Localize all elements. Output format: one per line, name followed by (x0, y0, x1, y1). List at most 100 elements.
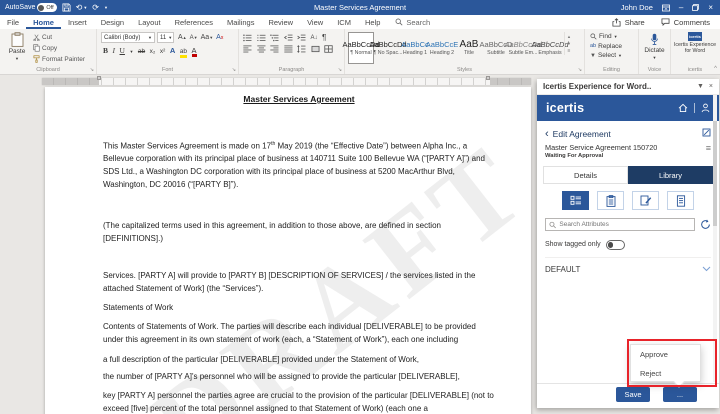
style-emphasis[interactable]: AaBbCcDdEmphasis (537, 32, 563, 64)
style-no-spacing[interactable]: AaBbCcDd¶ No Spac... (375, 32, 401, 64)
more-actions-button[interactable]: ... (663, 387, 697, 402)
dictate-label[interactable]: Dictate (644, 47, 664, 54)
shading-button[interactable] (311, 45, 320, 53)
sort-button[interactable]: A↓ (311, 35, 318, 41)
save-button[interactable] (62, 3, 71, 12)
strikethrough-button[interactable]: ab (138, 48, 145, 55)
tab-layout[interactable]: Layout (131, 15, 168, 29)
task-pane-close-icon[interactable]: × (709, 83, 713, 90)
tab-mailings[interactable]: Mailings (220, 15, 262, 29)
borders-button[interactable] (324, 45, 333, 53)
comments-button[interactable]: Comments (661, 18, 710, 27)
indent-marker[interactable] (97, 76, 101, 80)
icertis-addin-button[interactable]: Icertis Experience for Word (673, 42, 717, 54)
attributes-view-button[interactable] (562, 191, 589, 210)
align-left-button[interactable] (243, 45, 252, 53)
save-agreement-button[interactable]: Save (616, 387, 650, 402)
find-button[interactable]: Find▼ (590, 33, 636, 40)
autosave-toggle[interactable]: AutoSave Off (5, 3, 57, 12)
font-family-select[interactable]: Calibri (Body)▼ (101, 32, 155, 43)
menu-item-reject[interactable]: Reject (631, 364, 700, 383)
clauses-view-button[interactable] (597, 191, 624, 210)
underline-button[interactable]: U (120, 46, 125, 55)
documents-view-button[interactable] (667, 191, 694, 210)
subscript-button[interactable]: x₂ (150, 48, 156, 55)
numbering-button[interactable] (257, 34, 266, 42)
text-highlight-button[interactable]: ab (180, 48, 187, 58)
edit-template-button[interactable] (632, 191, 659, 210)
tab-references[interactable]: References (168, 15, 220, 29)
superscript-button[interactable]: x² (160, 48, 165, 55)
search-attributes-input[interactable] (559, 221, 691, 228)
replace-button[interactable]: ab Replace (590, 43, 636, 50)
minimize-button[interactable]: – (679, 3, 683, 12)
edit-agreement-link[interactable]: Edit Agreement (553, 129, 611, 139)
select-button[interactable]: ▼ Select▼ (590, 52, 636, 59)
account-name[interactable]: John Doe (621, 3, 653, 12)
font-color-button[interactable]: A (192, 47, 197, 57)
align-right-button[interactable] (270, 45, 279, 53)
styles-scroll-down-icon[interactable]: ▼ (567, 41, 571, 46)
dialog-launcher-icon[interactable]: ↘ (338, 67, 342, 73)
back-chevron-icon[interactable]: ‹ (545, 131, 549, 137)
styles-more-icon[interactable]: ≡ (568, 48, 571, 54)
grow-font-button[interactable]: A▲ (178, 34, 187, 41)
menu-item-approve[interactable]: Approve (631, 345, 700, 364)
section-default-header[interactable]: DEFAULT (545, 265, 711, 274)
bullets-button[interactable] (243, 34, 252, 42)
style-heading-1[interactable]: AaBbCcHeading 1 (402, 32, 428, 64)
scrollbar-thumb[interactable] (713, 121, 717, 226)
show-formatting-marks-button[interactable]: ¶ (322, 33, 326, 42)
increase-indent-button[interactable] (297, 34, 306, 42)
tab-home[interactable]: Home (26, 15, 61, 29)
share-button[interactable]: Share (612, 18, 645, 27)
ruler[interactable] (42, 78, 531, 85)
dialog-launcher-icon[interactable]: ↘ (90, 67, 94, 73)
style-heading-2[interactable]: AaBbCcEHeading 2 (429, 32, 455, 64)
decrease-indent-button[interactable] (284, 34, 293, 42)
tab-file[interactable]: File (0, 15, 26, 29)
tab-review[interactable]: Review (261, 15, 300, 29)
tab-view[interactable]: View (300, 15, 330, 29)
copy-button[interactable]: Copy (33, 44, 85, 52)
restore-button[interactable] (692, 4, 699, 11)
font-size-select[interactable]: 11▼ (157, 32, 174, 43)
user-icon[interactable] (701, 103, 710, 113)
search-attributes-field[interactable] (545, 218, 695, 231)
close-button[interactable]: × (708, 3, 713, 12)
hamburger-menu-icon[interactable]: ≡ (706, 145, 711, 151)
style-title[interactable]: AaBTitle (456, 32, 482, 64)
refresh-icon[interactable] (700, 219, 711, 230)
italic-button[interactable]: I (113, 46, 116, 55)
redo-button[interactable]: ⟳ (92, 4, 99, 12)
tab-library[interactable]: Library (628, 166, 713, 184)
tab-help[interactable]: Help (358, 15, 387, 29)
panel-scrollbar[interactable] (713, 95, 717, 382)
paste-button[interactable]: Paste ▼ (5, 32, 29, 64)
bold-button[interactable]: B (103, 46, 108, 55)
tab-icm[interactable]: ICM (330, 15, 358, 29)
tab-design[interactable]: Design (94, 15, 131, 29)
styles-scroll-up-icon[interactable]: ▲ (567, 34, 571, 39)
dialog-launcher-icon[interactable]: ↘ (232, 67, 236, 73)
task-pane-menu-icon[interactable]: ▼ (697, 83, 704, 90)
change-case-button[interactable]: Aa▼ (201, 34, 214, 41)
justify-button[interactable] (284, 45, 293, 53)
tab-insert[interactable]: Insert (61, 15, 94, 29)
shrink-font-button[interactable]: A▼ (190, 35, 198, 41)
ribbon-display-options-icon[interactable] (662, 4, 670, 12)
line-spacing-button[interactable] (297, 45, 306, 53)
align-center-button[interactable] (257, 45, 266, 53)
document-flag-icon[interactable] (702, 128, 711, 137)
text-effects-button[interactable]: A (170, 46, 175, 55)
dialog-launcher-icon[interactable]: ↘ (578, 67, 582, 73)
indent-marker[interactable] (486, 76, 490, 80)
cut-button[interactable]: Cut (33, 34, 85, 41)
clear-formatting-button[interactable]: Ax (216, 34, 223, 41)
show-tagged-toggle[interactable] (606, 240, 625, 250)
multilevel-list-button[interactable] (270, 34, 279, 42)
customize-qat-button[interactable]: ▼ (104, 6, 108, 10)
home-icon[interactable] (678, 103, 688, 113)
undo-button[interactable]: ⟲▼ (76, 4, 88, 12)
tab-details[interactable]: Details (543, 166, 628, 184)
